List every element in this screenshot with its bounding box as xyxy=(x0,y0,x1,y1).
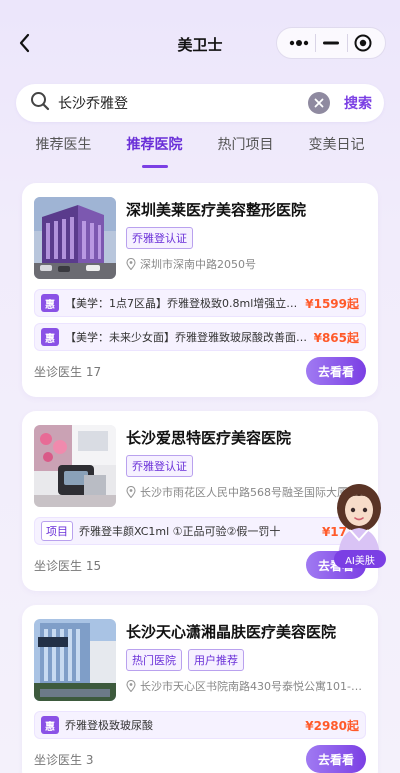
address-text: 长沙市天心区书院南路430号泰悦公寓101-102 xyxy=(140,680,366,693)
project-price: ¥1599起 xyxy=(305,296,359,311)
discount-icon: 惠 xyxy=(41,716,59,734)
search-button[interactable]: 搜索 xyxy=(344,93,372,113)
clear-icon[interactable] xyxy=(308,92,330,114)
hospital-list: 深圳美莱医疗美容整形医院 乔雅登认证 深圳市深南中路2050号 惠 【美学：1点… xyxy=(22,183,378,773)
location-pin-icon xyxy=(126,680,136,692)
hospital-name: 深圳美莱医疗美容整形医院 xyxy=(126,201,307,219)
hospital-address: 长沙市天心区书院南路430号泰悦公寓101-102 xyxy=(126,678,366,694)
user-recommended-badge: 用户推荐 xyxy=(188,649,244,671)
address-text: 深圳市深南中路2050号 xyxy=(140,258,256,271)
hospital-photo xyxy=(34,619,116,701)
project-price: ¥865起 xyxy=(313,330,359,345)
project-title: 【美学：未来少女面】乔雅登雅致玻尿酸改善面部... xyxy=(65,331,308,344)
project-item[interactable]: 惠 乔雅登极致玻尿酸 ¥2980起 xyxy=(34,711,366,739)
project-item[interactable]: 项目 乔雅登丰颜XC1ml ①正品可验②假一罚十 ¥17万 xyxy=(34,517,366,545)
location-pin-icon xyxy=(126,486,136,498)
certification-badge: 乔雅登认证 xyxy=(126,227,193,249)
project-item[interactable]: 惠 【美学：未来少女面】乔雅登雅致玻尿酸改善面部... ¥865起 xyxy=(34,323,366,351)
project-title: 乔雅登丰颜XC1ml ①正品可验②假一罚十 xyxy=(79,525,281,538)
hospital-card[interactable]: 深圳美莱医疗美容整形医院 乔雅登认证 深圳市深南中路2050号 惠 【美学：1点… xyxy=(22,183,378,397)
hospital-name: 长沙爱思特医疗美容医院 xyxy=(126,429,292,447)
hospital-address: 深圳市深南中路2050号 xyxy=(126,256,366,272)
location-pin-icon xyxy=(126,258,136,270)
doctor-count: 坐诊医生 3 xyxy=(34,752,94,767)
view-hospital-button[interactable]: 去看看 xyxy=(305,357,366,385)
top-bar: 美卫士 xyxy=(0,0,400,84)
project-title: 乔雅登极致玻尿酸 xyxy=(65,719,153,732)
search-icon xyxy=(30,91,50,115)
tab-hot-projects[interactable]: 热门项目 xyxy=(218,130,274,164)
close-target-icon[interactable] xyxy=(351,31,375,55)
search-input[interactable] xyxy=(58,95,308,111)
certification-badge: 乔雅登认证 xyxy=(126,455,193,477)
view-hospital-button[interactable]: 去看看 xyxy=(305,745,366,773)
assistant-avatar-icon xyxy=(337,484,381,556)
tab-beauty-diary[interactable]: 变美日记 xyxy=(309,130,365,164)
discount-icon: 惠 xyxy=(41,294,59,312)
minimize-icon[interactable] xyxy=(319,31,343,55)
category-tabs: 推荐医生 推荐医院 热门项目 变美日记 xyxy=(0,130,400,164)
hospital-name: 长沙天心潇湘晶肤医疗美容医院 xyxy=(126,623,337,641)
project-tag: 项目 xyxy=(41,521,73,541)
discount-icon: 惠 xyxy=(41,328,59,346)
hospital-photo xyxy=(34,425,116,507)
project-price: ¥2980起 xyxy=(305,718,359,733)
more-icon[interactable] xyxy=(287,31,311,55)
search-bar: 搜索 xyxy=(16,84,384,122)
hot-hospital-badge: 热门医院 xyxy=(126,649,182,671)
mini-program-capsule xyxy=(276,27,386,59)
hospital-card[interactable]: 长沙爱思特医疗美容医院 乔雅登认证 长沙市雨花区人民中路568号融圣国际大厦1-… xyxy=(22,411,378,591)
project-item[interactable]: 惠 【美学：1点7区晶】乔雅登极致0.8ml增强立体... ¥1599起 xyxy=(34,289,366,317)
hospital-card[interactable]: 长沙天心潇湘晶肤医疗美容医院 热门医院 用户推荐 长沙市天心区书院南路430号泰… xyxy=(22,605,378,773)
project-title: 【美学：1点7区晶】乔雅登极致0.8ml增强立体... xyxy=(65,297,300,310)
hospital-photo xyxy=(34,197,116,279)
ai-assistant-label: AI美肤 xyxy=(334,550,386,568)
doctor-count: 坐诊医生 17 xyxy=(34,364,102,379)
capsule-divider xyxy=(346,34,348,52)
tab-recommended-hospitals[interactable]: 推荐医院 xyxy=(127,130,183,164)
capsule-divider xyxy=(314,34,316,52)
doctor-count: 坐诊医生 15 xyxy=(34,558,102,573)
tab-recommended-doctors[interactable]: 推荐医生 xyxy=(36,130,92,164)
ai-assistant-button[interactable]: AI美肤 xyxy=(326,478,392,568)
